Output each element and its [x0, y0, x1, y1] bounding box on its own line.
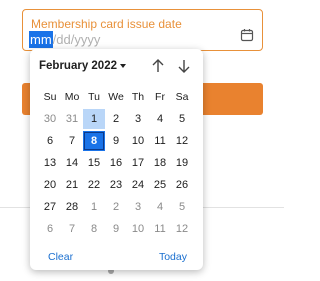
week-row: 6 7 8 9 10 11 12	[39, 131, 193, 153]
month-year-label: February 2022	[39, 60, 117, 72]
weekday-label: Tu	[88, 91, 100, 103]
arrow-down-icon[interactable]	[177, 58, 191, 74]
day-cell[interactable]: 7	[61, 131, 83, 151]
day-cell[interactable]: 22	[83, 175, 105, 195]
day-cell[interactable]: 2	[105, 197, 127, 217]
day-cell[interactable]: 20	[39, 175, 61, 195]
day-cell[interactable]: 3	[127, 197, 149, 217]
issue-date-field[interactable]: Membership card issue date mm/dd/yyyy	[22, 9, 263, 51]
day-cell[interactable]: 18	[149, 153, 171, 173]
week-row: 30 31 1 2 3 4 5	[39, 109, 193, 131]
day-cell[interactable]: 4	[149, 109, 171, 129]
day-cell[interactable]: 21	[61, 175, 83, 195]
day-cell[interactable]: 28	[61, 197, 83, 217]
calendar-grid: Su Mo Tu We Th Fr Sa 30 31 1 2 3 4 5 6 7…	[39, 87, 193, 241]
day-cell[interactable]: 9	[105, 131, 127, 151]
week-row: 27 28 1 2 3 4 5	[39, 197, 193, 219]
day-cell[interactable]: 16	[105, 153, 127, 173]
day-cell[interactable]: 5	[171, 109, 193, 129]
day-cell[interactable]: 12	[171, 131, 193, 151]
field-label: Membership card issue date	[31, 17, 182, 31]
week-row: 13 14 15 16 17 18 19	[39, 153, 193, 175]
weekday-label: Sa	[175, 91, 189, 103]
day-cell-selected[interactable]: 8	[83, 131, 105, 151]
day-cell[interactable]: 11	[149, 219, 171, 239]
calendar-icon[interactable]	[240, 28, 254, 42]
day-cell[interactable]: 19	[171, 153, 193, 173]
day-cell[interactable]: 3	[127, 109, 149, 129]
day-cell[interactable]: 8	[83, 219, 105, 239]
date-input[interactable]: mm/dd/yyyy	[29, 31, 100, 48]
day-cell[interactable]: 12	[171, 219, 193, 239]
day-cell[interactable]: 2	[105, 109, 127, 129]
day-cell[interactable]: 14	[61, 153, 83, 173]
weekday-label: Fr	[155, 91, 165, 103]
day-cell[interactable]: 7	[61, 219, 83, 239]
weekday-label: Th	[131, 91, 145, 103]
week-row: 20 21 22 23 24 25 26	[39, 175, 193, 197]
day-cell[interactable]: 5	[171, 197, 193, 217]
chevron-down-icon	[120, 63, 126, 68]
day-cell[interactable]: 6	[39, 219, 61, 239]
day-cell[interactable]: 11	[149, 131, 171, 151]
month-segment[interactable]: mm	[29, 31, 53, 48]
today-button[interactable]: Today	[159, 251, 187, 263]
day-cell[interactable]: 6	[39, 131, 61, 151]
day-cell[interactable]: 26	[171, 175, 193, 195]
day-cell[interactable]: 25	[149, 175, 171, 195]
date-picker-popup: February 2022 Su Mo Tu We Th Fr Sa 30 31…	[30, 49, 203, 270]
day-cell[interactable]: 15	[83, 153, 105, 173]
weekday-label: We	[108, 91, 124, 103]
weekday-label: Mo	[64, 91, 80, 103]
day-cell[interactable]: 31	[61, 109, 83, 129]
day-cell[interactable]: 30	[39, 109, 61, 129]
week-row: 6 7 8 9 10 11 12	[39, 219, 193, 241]
arrow-up-icon[interactable]	[151, 58, 165, 74]
weekday-label: Su	[43, 91, 57, 103]
day-cell[interactable]: 17	[127, 153, 149, 173]
month-year-selector[interactable]: February 2022	[39, 60, 126, 72]
clear-button[interactable]: Clear	[48, 251, 73, 263]
day-cell[interactable]: 1	[83, 197, 105, 217]
weekday-header: Su Mo Tu We Th Fr Sa	[39, 87, 193, 109]
day-cell[interactable]: 24	[127, 175, 149, 195]
day-cell[interactable]: 10	[127, 131, 149, 151]
day-segment[interactable]: dd	[56, 32, 70, 47]
day-cell[interactable]: 9	[105, 219, 127, 239]
day-cell[interactable]: 10	[127, 219, 149, 239]
year-segment[interactable]: yyyy	[74, 32, 100, 47]
day-cell[interactable]: 13	[39, 153, 61, 173]
day-cell[interactable]: 27	[39, 197, 61, 217]
day-cell-today[interactable]: 1	[83, 109, 105, 129]
day-cell[interactable]: 4	[149, 197, 171, 217]
day-cell[interactable]: 23	[105, 175, 127, 195]
